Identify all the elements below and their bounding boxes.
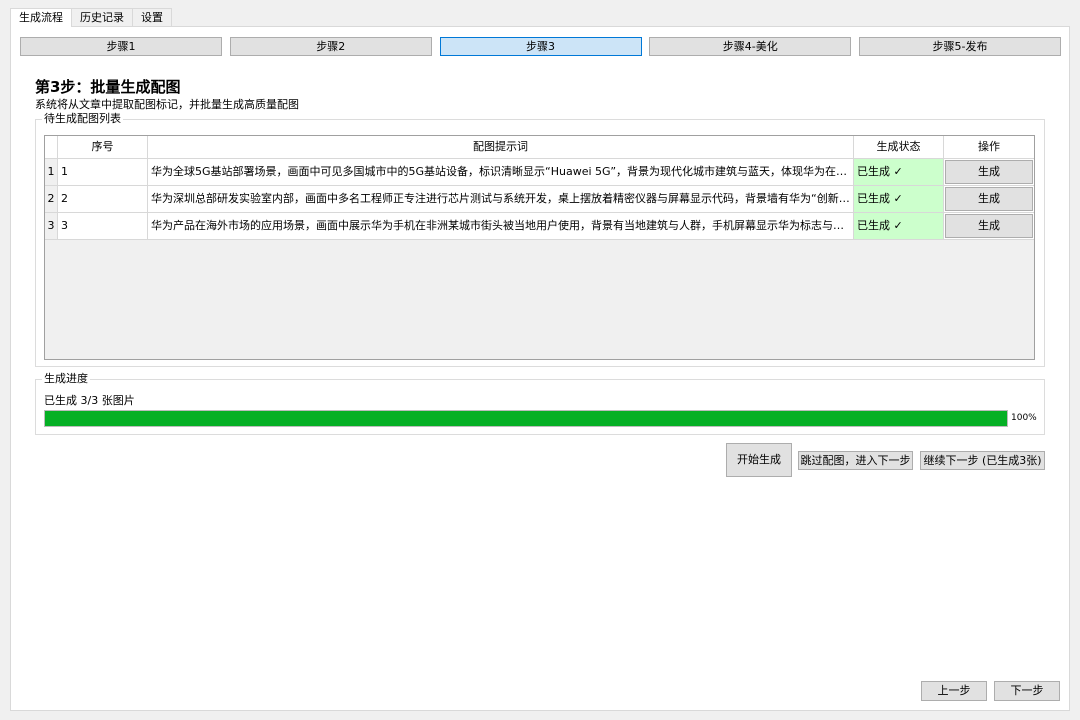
table-header: 序号 配图提示词 生成状态 操作 (45, 136, 1034, 159)
main-tabbar: 生成流程 历史记录 设置 (10, 8, 172, 27)
column-header-prompt[interactable]: 配图提示词 (148, 136, 854, 158)
row-header[interactable]: 3 (45, 213, 58, 240)
step-3-button[interactable]: 步骤3 (439, 37, 642, 56)
step-bar: 步骤1 步骤2 步骤3 步骤4-美化 步骤5-发布 (20, 37, 1061, 56)
table-row: 2 2 华为深圳总部研发实验室内部，画面中多名工程师正专注进行芯片测试与系统开发… (45, 186, 1034, 213)
cell-prompt[interactable]: 华为深圳总部研发实验室内部，画面中多名工程师正专注进行芯片测试与系统开发，桌上摆… (148, 186, 854, 213)
cell-number[interactable]: 2 (58, 186, 148, 213)
tab-history[interactable]: 历史记录 (71, 8, 133, 26)
step-2-button[interactable]: 步骤2 (229, 37, 432, 56)
tab-settings[interactable]: 设置 (132, 8, 172, 26)
cell-prompt[interactable]: 华为全球5G基站部署场景，画面中可见多国城市中的5G基站设备，标识清晰显示“Hu… (148, 159, 854, 186)
page-description: 系统将从文章中提取配图标记，并批量生成高质量配图 (35, 98, 299, 111)
cell-status[interactable]: 已生成 ✓ (854, 159, 944, 186)
previous-step-button[interactable]: 上一步 (921, 681, 987, 701)
generate-row-button[interactable]: 生成 (945, 187, 1033, 211)
next-step-button[interactable]: 下一步 (994, 681, 1060, 701)
progress-group-label: 生成进度 (42, 372, 90, 386)
row-header[interactable]: 1 (45, 159, 58, 186)
step-4-button[interactable]: 步骤4-美化 (649, 37, 852, 56)
row-header[interactable]: 2 (45, 186, 58, 213)
progress-bar-fill (45, 411, 1007, 426)
cell-action: 生成 (944, 213, 1034, 240)
progress-bar (44, 410, 1008, 427)
cell-prompt[interactable]: 华为产品在海外市场的应用场景，画面中展示华为手机在非洲某城市街头被当地用户使用，… (148, 213, 854, 240)
table-row: 1 1 华为全球5G基站部署场景，画面中可见多国城市中的5G基站设备，标识清晰显… (45, 159, 1034, 186)
image-prompt-table: 序号 配图提示词 生成状态 操作 1 1 华为全球5G基站部署场景，画面中可见多… (44, 135, 1035, 360)
step-5-button[interactable]: 步骤5-发布 (859, 37, 1061, 56)
image-list-group: 待生成配图列表 序号 配图提示词 生成状态 操作 1 1 华为全球5G基站部署场… (35, 112, 1045, 367)
column-header-status[interactable]: 生成状态 (854, 136, 944, 158)
column-header-number[interactable]: 序号 (58, 136, 148, 158)
step-1-button[interactable]: 步骤1 (20, 37, 222, 56)
cell-number[interactable]: 1 (58, 159, 148, 186)
image-list-group-label: 待生成配图列表 (42, 112, 123, 126)
generate-row-button[interactable]: 生成 (945, 160, 1033, 184)
table-corner (45, 136, 58, 158)
page-title: 第3步：批量生成配图 (35, 78, 181, 96)
progress-group: 生成进度 已生成 3/3 张图片 100% (35, 372, 1045, 435)
progress-status-text: 已生成 3/3 张图片 (44, 394, 135, 407)
skip-images-button[interactable]: 跳过配图，进入下一步 (798, 451, 913, 470)
cell-number[interactable]: 3 (58, 213, 148, 240)
continue-next-step-button[interactable]: 继续下一步 (已生成3张) (920, 451, 1045, 470)
tab-generate-flow[interactable]: 生成流程 (10, 8, 72, 27)
cell-action: 生成 (944, 159, 1034, 186)
cell-action: 生成 (944, 186, 1034, 213)
start-generate-button[interactable]: 开始生成 (726, 443, 792, 477)
generate-row-button[interactable]: 生成 (945, 214, 1033, 238)
table-row: 3 3 华为产品在海外市场的应用场景，画面中展示华为手机在非洲某城市街头被当地用… (45, 213, 1034, 240)
progress-percent-label: 100% (1011, 413, 1037, 423)
tab-panel: 步骤1 步骤2 步骤3 步骤4-美化 步骤5-发布 第3步：批量生成配图 系统将… (10, 26, 1070, 711)
cell-status[interactable]: 已生成 ✓ (854, 213, 944, 240)
column-header-action[interactable]: 操作 (944, 136, 1034, 158)
cell-status[interactable]: 已生成 ✓ (854, 186, 944, 213)
